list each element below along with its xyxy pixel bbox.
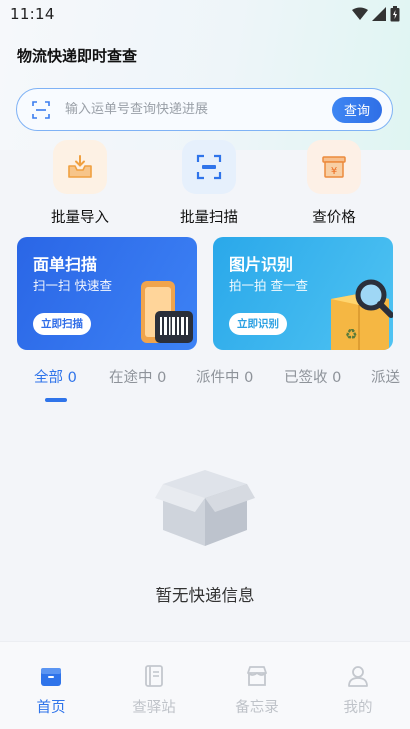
nav-label: 首页 [36, 700, 66, 716]
card-subtitle: 扫一扫 快速查 [33, 278, 112, 293]
wifi-icon [352, 7, 368, 20]
page-title: 物流快递即时查查 [17, 47, 138, 65]
tab-delivering[interactable]: 派件中 0 [196, 366, 253, 387]
recognize-now-button[interactable]: 立即识别 [229, 313, 287, 335]
waybill-scan-card[interactable]: 面单扫描 扫一扫 快速查 立即扫描 [17, 237, 197, 350]
search-bar: 查询 [16, 88, 393, 131]
search-input[interactable] [65, 102, 332, 117]
empty-state-text: 暂无快递信息 [155, 586, 255, 605]
status-time: 11:14 [10, 5, 55, 23]
svg-text:¥: ¥ [331, 166, 337, 177]
quick-action-batch-import[interactable]: 批量导入 [30, 140, 130, 227]
tab-all[interactable]: 全部 0 [34, 366, 77, 387]
empty-box-icon [155, 470, 255, 546]
scan-icon[interactable] [31, 100, 51, 120]
person-icon [348, 666, 368, 687]
tab-in-transit[interactable]: 在途中 0 [109, 366, 166, 387]
scan-now-button[interactable]: 立即扫描 [33, 313, 91, 335]
search-button[interactable]: 查询 [332, 96, 382, 123]
home-box-icon [41, 668, 61, 686]
status-bar: 11:14 [0, 0, 410, 28]
status-icons [352, 6, 400, 22]
quick-action-check-price[interactable]: ¥ 查价格 [284, 140, 384, 227]
nav-home[interactable]: 首页 [11, 664, 91, 717]
card-title: 图片识别 [229, 255, 294, 274]
price-box-icon: ¥ [307, 140, 361, 194]
tab-indicator [45, 398, 67, 402]
scan-frame-icon [182, 140, 236, 194]
box-magnifier-icon: ♻ [331, 279, 393, 350]
nav-label: 查驿站 [132, 700, 176, 716]
notebook-icon [145, 665, 163, 687]
phone-barcode-icon [141, 281, 193, 343]
card-title: 面单扫描 [33, 255, 98, 274]
image-recognition-card[interactable]: 图片识别 拍一拍 查一查 立即识别 ♻ [213, 237, 393, 350]
tab-dispatch[interactable]: 派送 [371, 366, 400, 387]
inbox-download-icon [53, 140, 107, 194]
quick-action-batch-scan[interactable]: 批量扫描 [159, 140, 259, 227]
quick-action-label: 批量导入 [51, 210, 109, 226]
bottom-nav: 首页 查驿站 备忘录 我的 [0, 641, 410, 729]
svg-text:♻: ♻ [345, 327, 358, 343]
tab-signed[interactable]: 已签收 0 [284, 366, 341, 387]
quick-action-label: 批量扫描 [180, 210, 238, 226]
nav-label: 备忘录 [235, 700, 279, 716]
card-subtitle: 拍一拍 查一查 [229, 278, 308, 293]
nav-label: 我的 [343, 700, 373, 716]
nav-memo[interactable]: 备忘录 [217, 664, 297, 717]
nav-find-station[interactable]: 查驿站 [114, 664, 194, 717]
store-icon [247, 666, 267, 686]
battery-icon [390, 6, 400, 22]
quick-action-label: 查价格 [312, 210, 356, 226]
signal-icon [372, 7, 386, 21]
nav-mine[interactable]: 我的 [318, 664, 398, 717]
